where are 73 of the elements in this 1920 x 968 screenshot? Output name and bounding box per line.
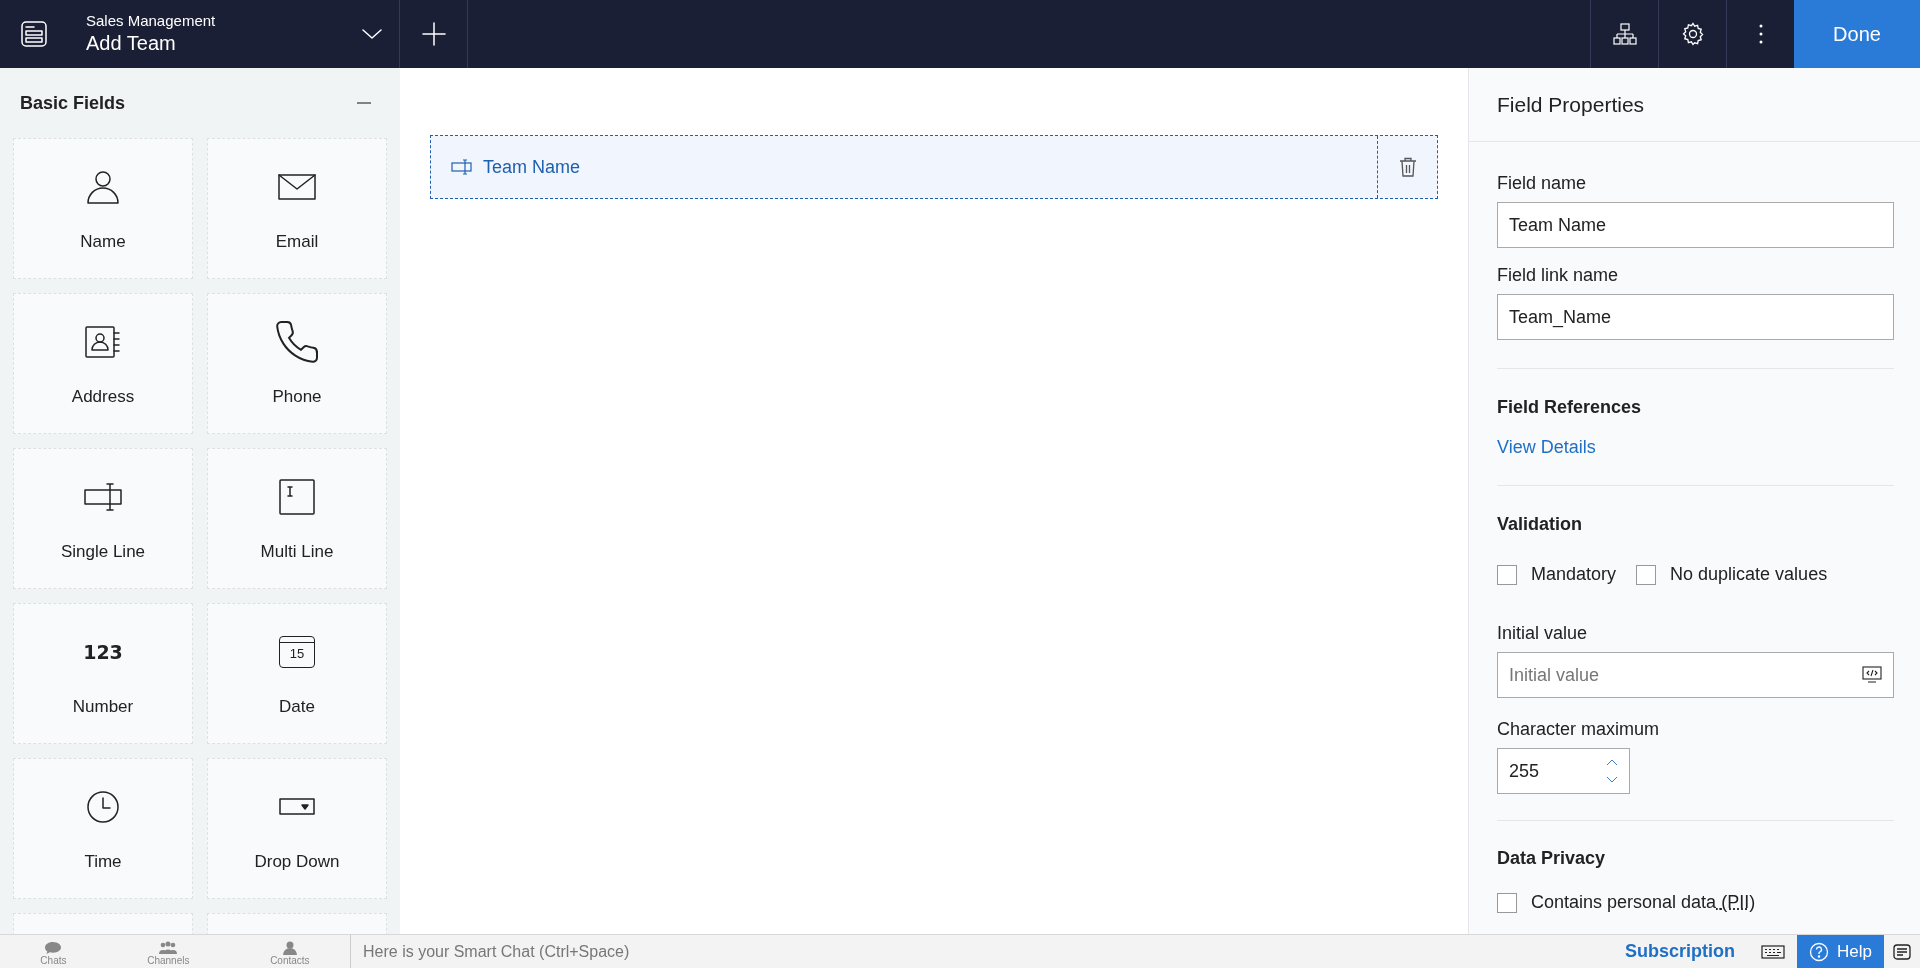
minus-icon — [356, 102, 372, 104]
text-input[interactable]: Team Name — [1497, 202, 1894, 248]
plus-icon[interactable] — [421, 22, 446, 46]
settings-icon[interactable] — [1680, 22, 1705, 46]
field-label: Field name — [1497, 172, 1588, 194]
keyboard-icon[interactable] — [1761, 944, 1786, 959]
text-input[interactable]: Team_Name — [1497, 294, 1894, 340]
field-label: Initial value — [1497, 622, 1589, 644]
tile-label: Single Line — [60, 540, 146, 563]
number-glyph: 123 — [83, 639, 123, 665]
tile-label: Email — [275, 230, 319, 253]
form-icon[interactable] — [20, 20, 48, 48]
section-title: Basic Fields — [20, 91, 126, 115]
field-tile[interactable]: Single Line — [13, 448, 193, 589]
field-tile[interactable]: Multi Line — [207, 448, 387, 589]
checkbox[interactable] — [1636, 564, 1657, 585]
more-vertical-icon[interactable] — [1757, 23, 1764, 45]
speech-bubble-icon — [44, 941, 63, 955]
text-box-cursor-icon — [451, 159, 473, 175]
field-tile[interactable]: 15 Date — [207, 603, 387, 744]
tile-label: Time — [84, 850, 122, 873]
tile-label: Multi Line — [260, 540, 334, 563]
initial-value-input[interactable]: Initial value — [1509, 661, 1862, 689]
tile-label: Address — [71, 385, 135, 408]
tile-label: Phone — [272, 385, 322, 408]
trash-icon[interactable] — [1398, 157, 1417, 177]
field-tile[interactable]: Time — [13, 758, 193, 899]
hierarchy-icon[interactable] — [1612, 22, 1637, 46]
field-tile[interactable]: Name — [13, 138, 193, 279]
help-button[interactable]: Help — [1797, 935, 1884, 968]
tile-label: Number — [72, 695, 134, 718]
section-title: Validation — [1497, 513, 1584, 535]
done-button[interactable]: Done — [1794, 0, 1920, 68]
person-icon — [280, 941, 299, 955]
help-icon — [1809, 941, 1830, 962]
checkbox[interactable] — [1497, 564, 1517, 585]
number-field[interactable]: 255 — [1497, 748, 1630, 794]
app-name: Sales Management — [86, 12, 217, 31]
tile-label: Drop Down — [254, 850, 340, 873]
field-label: Team Name — [483, 155, 581, 179]
initial-value-field[interactable]: Initial value — [1497, 652, 1894, 698]
field-tile[interactable]: 123 Number — [13, 603, 193, 744]
field-label: Field link name — [1497, 264, 1620, 286]
text-box-cursor-icon — [83, 480, 123, 513]
field-tile[interactable]: Drop Down — [207, 758, 387, 899]
form-name: Add Team — [86, 30, 177, 56]
contact-card-icon — [84, 323, 122, 360]
section-title: Field References — [1497, 396, 1643, 418]
field-tile[interactable]: Email — [207, 138, 387, 279]
field-label: Character maximum — [1497, 718, 1661, 740]
clock-icon — [85, 788, 121, 825]
group-icon — [159, 941, 178, 955]
form-field[interactable]: Team Name — [430, 135, 1438, 199]
checkbox-label: No duplicate values — [1670, 563, 1828, 586]
subscription-link[interactable]: Subscription — [1611, 935, 1750, 968]
checkbox-label: Contains personal data (PII) — [1531, 891, 1756, 914]
number-input[interactable]: 255 — [1509, 757, 1589, 785]
envelope-icon — [277, 171, 317, 202]
text-area-icon — [278, 477, 316, 516]
code-monitor-icon[interactable] — [1862, 666, 1882, 684]
smart-chat-input[interactable]: Here is your Smart Chat (Ctrl+Space) — [350, 934, 1611, 968]
section-title: Data Privacy — [1497, 847, 1607, 869]
checkbox[interactable] — [1497, 892, 1517, 913]
chevron-down-icon[interactable] — [361, 27, 383, 41]
dropdown-box-icon — [278, 796, 316, 817]
field-tile[interactable]: Address — [13, 293, 193, 434]
view-details-link[interactable]: View Details — [1497, 436, 1596, 458]
field-tile[interactable]: Phone — [207, 293, 387, 434]
panel-title: Field Properties — [1497, 91, 1645, 118]
checkbox-label: Mandatory — [1531, 563, 1617, 586]
tile-label: Date — [279, 695, 315, 718]
calendar-icon: 15 — [279, 635, 315, 668]
tile-label: Name — [80, 230, 126, 253]
